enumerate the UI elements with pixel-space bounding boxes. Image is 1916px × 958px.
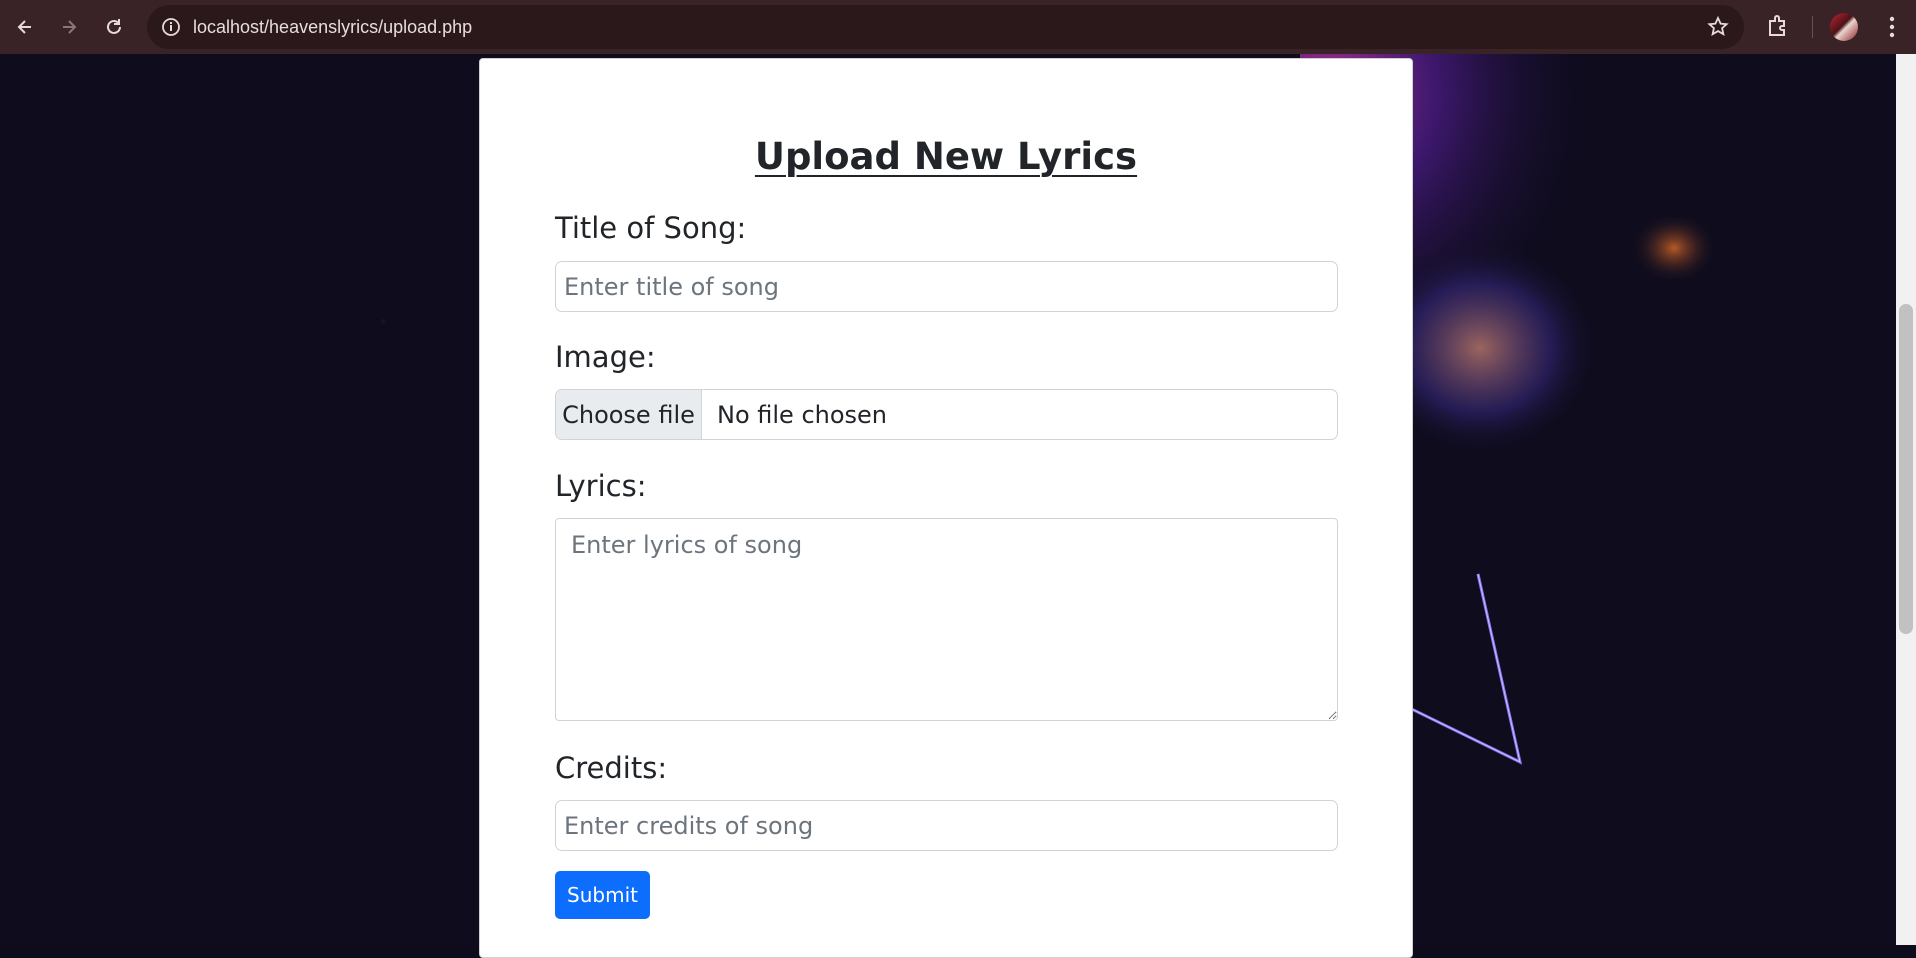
reload-icon	[107, 19, 121, 34]
lyrics-textarea[interactable]	[555, 518, 1338, 721]
page-title: Upload New Lyrics	[754, 135, 1138, 178]
back-button[interactable]	[9, 11, 41, 43]
image-file-input[interactable]: Choose file No file chosen	[555, 389, 1338, 440]
forward-button[interactable]	[53, 11, 85, 43]
site-info-icon[interactable]	[159, 15, 183, 43]
lyrics-label: Lyrics:	[555, 469, 647, 503]
scroll-thumb[interactable]	[1899, 304, 1913, 634]
title-label: Title of Song:	[555, 211, 747, 245]
page-scrollbar[interactable]	[1896, 54, 1916, 945]
bookmark-star-icon[interactable]	[1706, 15, 1730, 43]
extensions-icon[interactable]	[1762, 11, 1794, 47]
upload-form-card: Upload New Lyrics Title of Song: Image: …	[479, 58, 1413, 958]
title-input[interactable]	[555, 261, 1338, 312]
credits-label: Credits:	[555, 751, 668, 785]
kebab-menu-icon[interactable]	[1876, 11, 1908, 47]
submit-button[interactable]: Submit	[555, 871, 650, 919]
url-text[interactable]: localhost/heavenslyrics/upload.php	[193, 5, 472, 49]
choose-file-button[interactable]: Choose file	[556, 390, 702, 439]
file-status-text: No file chosen	[717, 400, 888, 429]
arrow-left-icon	[17, 20, 31, 34]
browser-toolbar: localhost/heavenslyrics/upload.php	[0, 0, 1916, 54]
address-bar[interactable]: localhost/heavenslyrics/upload.php	[147, 5, 1744, 49]
profile-avatar[interactable]	[1830, 13, 1858, 41]
arrow-right-icon	[63, 20, 77, 34]
credits-input[interactable]	[555, 800, 1338, 851]
reload-button[interactable]	[98, 11, 130, 43]
toolbar-divider	[1812, 16, 1813, 38]
image-label: Image:	[555, 340, 656, 374]
